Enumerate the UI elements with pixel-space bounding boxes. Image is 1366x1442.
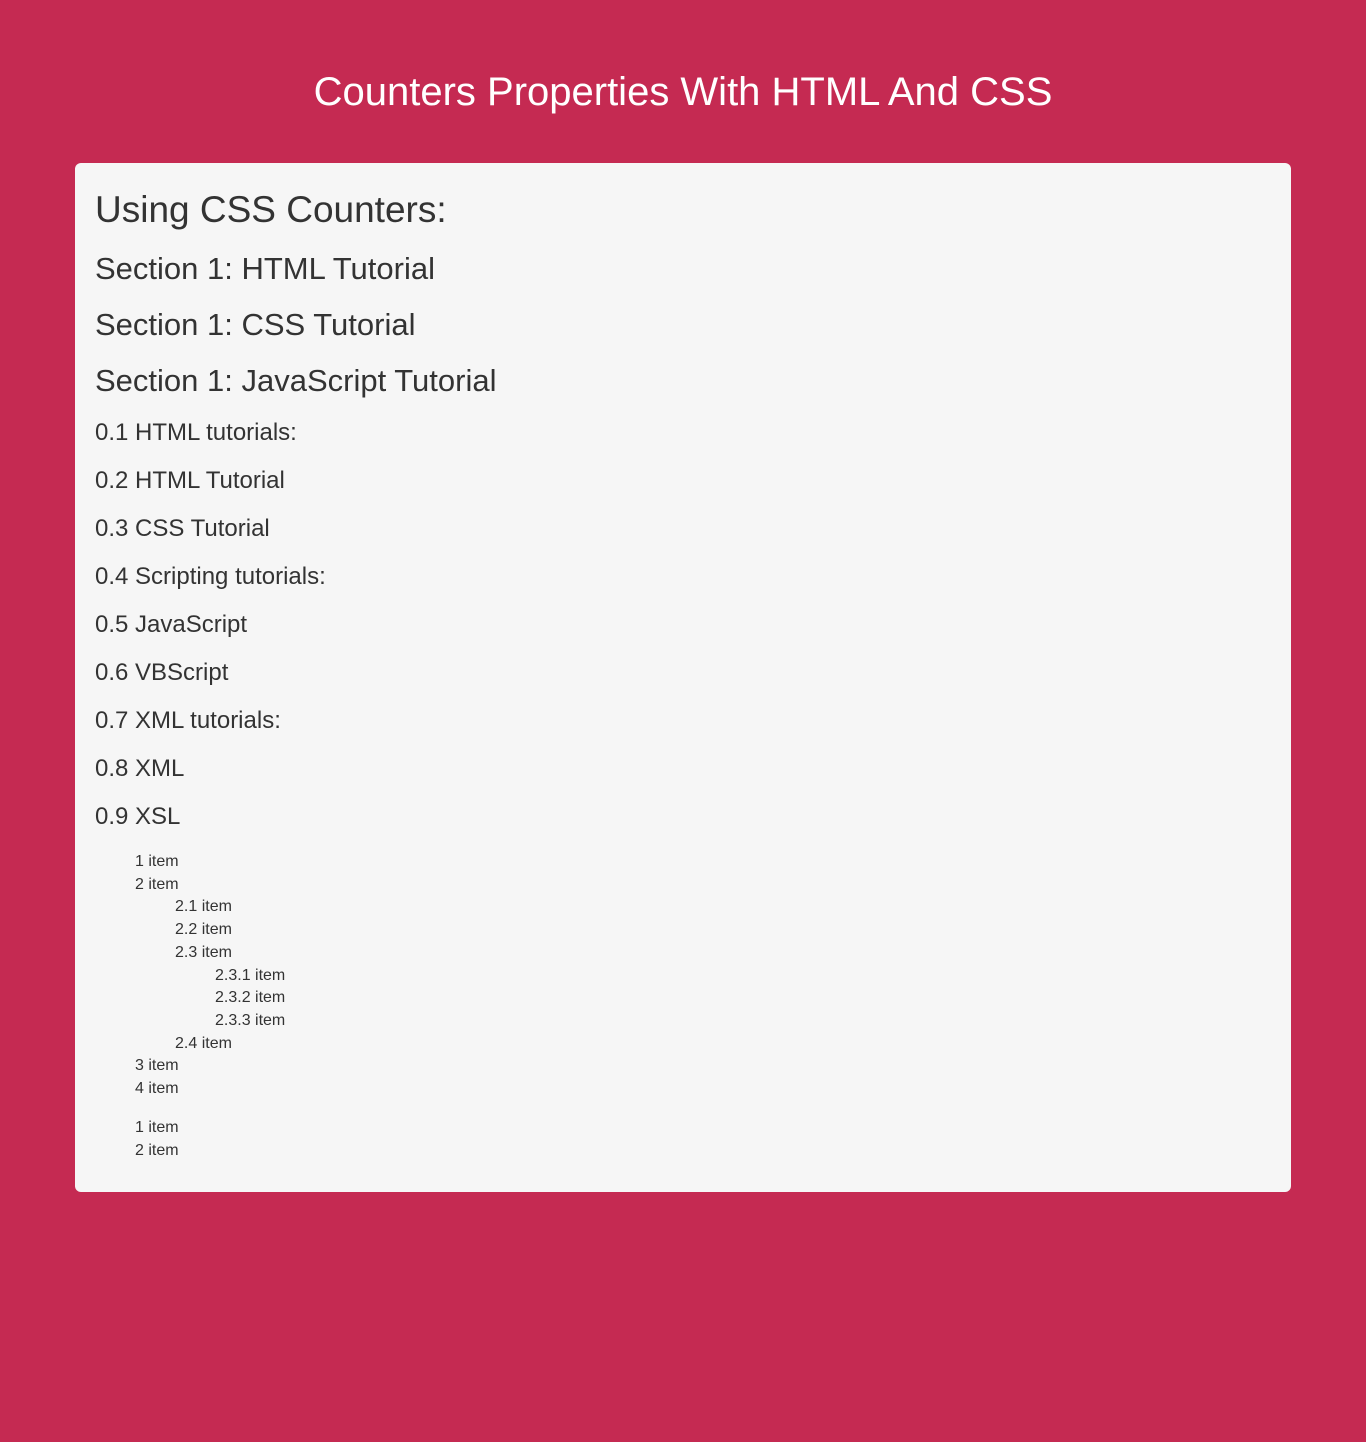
subsection-heading: 0.8 XML bbox=[95, 755, 1271, 783]
subsection-heading: 0.1 HTML tutorials: bbox=[95, 419, 1271, 447]
list-item: 2.1 item bbox=[175, 896, 1271, 919]
heading-main: Using CSS Counters: bbox=[95, 189, 1271, 231]
subsection-heading: 0.4 Scripting tutorials: bbox=[95, 563, 1271, 591]
content-card: Using CSS Counters: Section 1: HTML Tuto… bbox=[75, 163, 1291, 1192]
list-item: 3 item bbox=[135, 1055, 1271, 1078]
list-item: 2 item bbox=[135, 1140, 1271, 1163]
section-heading: Section 1: CSS Tutorial bbox=[95, 307, 1271, 343]
section-heading: Section 1: JavaScript Tutorial bbox=[95, 363, 1271, 399]
list-item: 1 item bbox=[135, 1117, 1271, 1140]
list-item: 2.4 item bbox=[175, 1033, 1271, 1056]
list-item: 1 item bbox=[135, 851, 1271, 874]
list-item: 2.2 item bbox=[175, 919, 1271, 942]
list-item: 4 item bbox=[135, 1078, 1271, 1101]
section-heading: Section 1: HTML Tutorial bbox=[95, 251, 1271, 287]
subsection-heading: 0.3 CSS Tutorial bbox=[95, 515, 1271, 543]
list-item: 2.3.1 item bbox=[215, 965, 1271, 988]
page-title: Counters Properties With HTML And CSS bbox=[75, 70, 1291, 115]
list-item: 2.3.2 item bbox=[215, 987, 1271, 1010]
nested-list-b: 1 item 2 item bbox=[95, 1117, 1271, 1162]
subsection-heading: 0.5 JavaScript bbox=[95, 611, 1271, 639]
list-item: 2.3.3 item bbox=[215, 1010, 1271, 1033]
subsection-heading: 0.7 XML tutorials: bbox=[95, 707, 1271, 735]
subsection-heading: 0.6 VBScript bbox=[95, 659, 1271, 687]
nested-list-a: 1 item 2 item 2.1 item 2.2 item 2.3 item… bbox=[95, 851, 1271, 1101]
subsection-heading: 0.2 HTML Tutorial bbox=[95, 467, 1271, 495]
list-item: 2 item bbox=[135, 874, 1271, 897]
list-item: 2.3 item bbox=[175, 942, 1271, 965]
subsection-heading: 0.9 XSL bbox=[95, 803, 1271, 831]
